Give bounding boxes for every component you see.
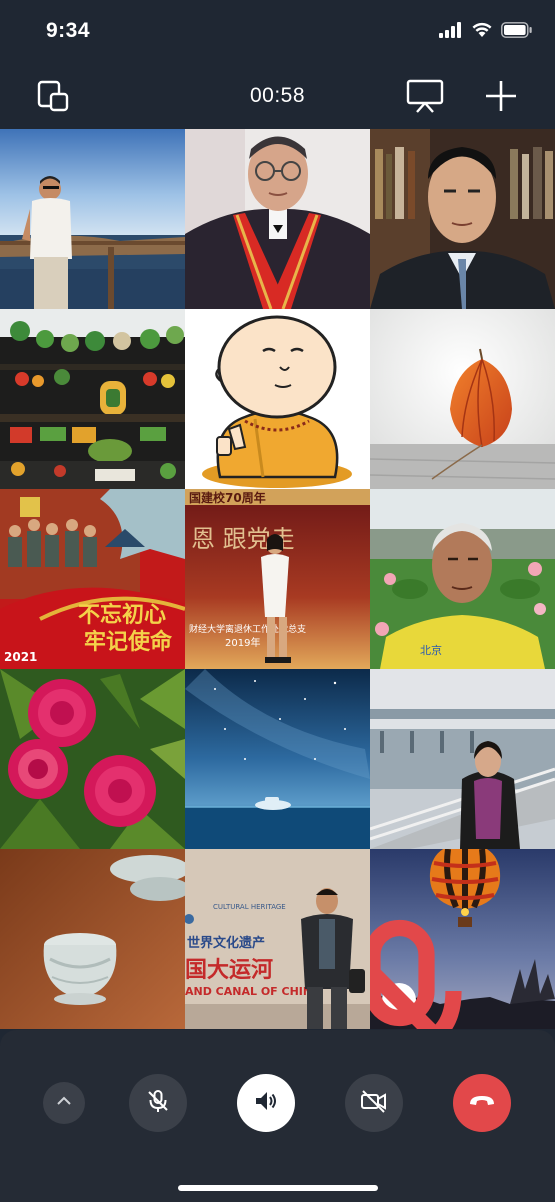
screen-share-button[interactable]: [405, 78, 445, 118]
video-frame: [185, 309, 370, 489]
participant-muted-badge: [370, 919, 462, 1029]
video-frame: 北京: [370, 489, 555, 669]
mute-microphone-button[interactable]: [129, 1074, 187, 1132]
participant-video-tile[interactable]: [0, 309, 185, 489]
participant-video-tile[interactable]: [0, 129, 185, 309]
status-bar: 9:34: [0, 0, 555, 64]
call-timer: 00:58: [249, 84, 306, 107]
participant-video-tile[interactable]: [185, 669, 370, 849]
participant-video-tile[interactable]: 北京: [370, 489, 555, 669]
add-participant-button[interactable]: [481, 78, 521, 118]
poster-text-line-1: 不忘初心: [78, 602, 166, 628]
participant-video-tile[interactable]: [370, 309, 555, 489]
svg-text:北京: 北京: [420, 643, 442, 657]
banner-top-text: 国建校70周年: [189, 490, 266, 505]
video-frame: CULTURAL HERITAGE 世界文化遗产 国大运河 AND CANAL …: [185, 849, 370, 1029]
home-indicator[interactable]: [178, 1185, 378, 1191]
video-frame: [185, 669, 370, 849]
expand-controls-button[interactable]: [43, 1082, 85, 1124]
video-frame: [0, 669, 185, 849]
poster-text-line-2: 牢记使命: [84, 629, 173, 655]
video-frame: [370, 309, 555, 489]
participant-video-tile[interactable]: [185, 129, 370, 309]
screen-share-icon: [405, 78, 445, 119]
mic-off-icon: [370, 910, 492, 1029]
participant-video-tile[interactable]: [370, 849, 555, 1029]
mic-off-icon: [145, 1088, 171, 1119]
participant-video-tile[interactable]: 不忘初心 牢记使命 2021: [0, 489, 185, 669]
camera-off-icon: [360, 1088, 388, 1119]
sign-english-canal: AND CANAL OF CHINA: [185, 985, 321, 998]
sign-chinese-canal: 国大运河: [185, 958, 273, 983]
poster-year: 2021: [4, 650, 37, 664]
sign-chinese-heritage: 世界文化遗产: [187, 935, 265, 951]
participant-video-tile[interactable]: [185, 309, 370, 489]
hang-up-button[interactable]: [453, 1074, 511, 1132]
video-frame: [0, 129, 185, 309]
call-header: 00:58: [0, 64, 555, 130]
wifi-icon: [471, 22, 493, 43]
participant-video-tile[interactable]: [0, 849, 185, 1029]
hang-up-icon: [468, 1094, 496, 1113]
video-frame: [185, 129, 370, 309]
battery-icon: [501, 22, 533, 43]
video-frame: [370, 129, 555, 309]
participant-video-tile[interactable]: [370, 669, 555, 849]
participant-grid: 不忘初心 牢记使命 2021 国建校70周年 恩 跟党走 财经大学离退休工作处党…: [0, 129, 555, 1029]
video-frame: 不忘初心 牢记使命 2021: [0, 489, 185, 669]
add-participant-icon: [484, 79, 518, 118]
video-frame: [0, 849, 185, 1029]
participant-video-tile[interactable]: CULTURAL HERITAGE 世界文化遗产 国大运河 AND CANAL …: [185, 849, 370, 1029]
banner-year-text: 2019年: [225, 636, 260, 649]
speaker-button[interactable]: [237, 1074, 295, 1132]
speaker-icon: [253, 1088, 279, 1119]
video-frame: 国建校70周年 恩 跟党走 财经大学离退休工作处党总支 2019年: [185, 489, 370, 669]
video-frame: [0, 309, 185, 489]
camera-toggle-button[interactable]: [345, 1074, 403, 1132]
call-control-panel: [0, 1030, 555, 1202]
participant-video-tile[interactable]: [0, 669, 185, 849]
banner-sub-text: 财经大学离退休工作处党总支: [189, 623, 306, 635]
chevron-up-icon: [54, 1091, 74, 1116]
sign-subtitle: CULTURAL HERITAGE: [213, 903, 286, 911]
participant-video-tile[interactable]: [370, 129, 555, 309]
video-frame: [370, 669, 555, 849]
participant-video-tile[interactable]: 国建校70周年 恩 跟党走 财经大学离退休工作处党总支 2019年: [185, 489, 370, 669]
cellular-signal-icon: [439, 22, 463, 43]
status-icons: [439, 22, 533, 43]
status-time: 9:34: [46, 19, 91, 42]
